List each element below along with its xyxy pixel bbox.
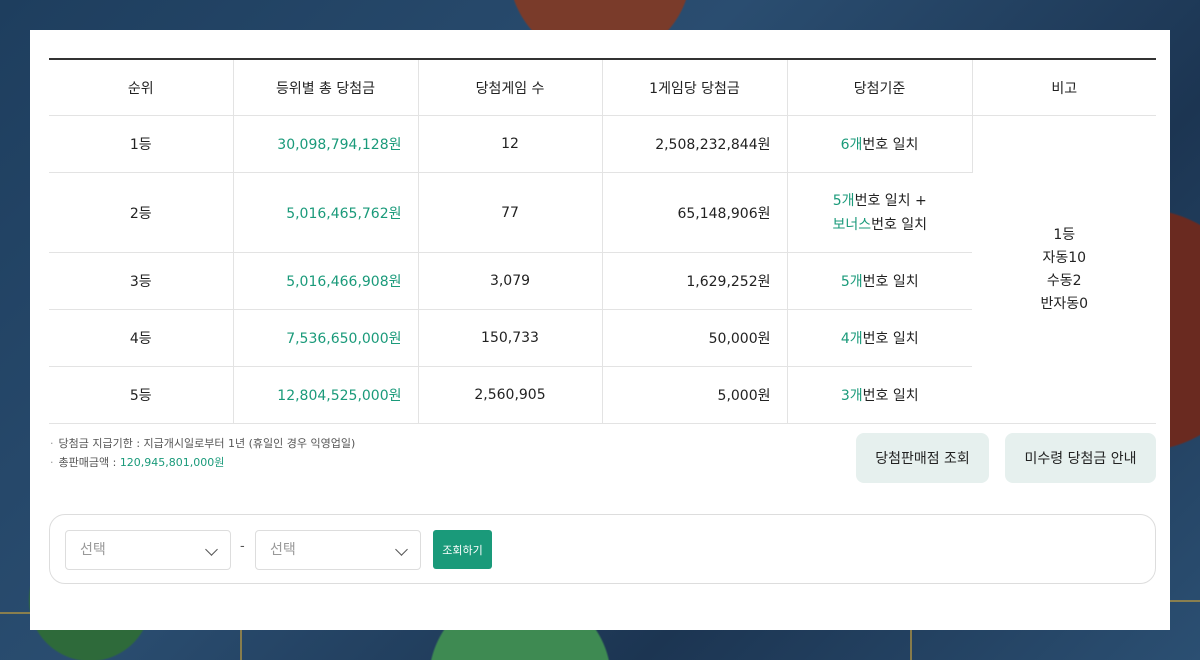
criteria-cell: 5개번호 일치 — [787, 252, 972, 310]
search-bar: 선택 - 선택 조회하기 — [49, 514, 1156, 584]
note-cell: 1등 자동10 수동2 반자동0 — [972, 115, 1156, 424]
header-note: 비고 — [972, 59, 1156, 116]
header-criteria: 당첨기준 — [787, 59, 973, 116]
total-sales-note: · 총판매금액 : 120,945,801,000원 — [50, 456, 225, 469]
per-game-cell: 65,148,906원 — [602, 172, 788, 253]
header-per-game: 1게임당 당첨금 — [602, 59, 788, 116]
prize-table: 순위 등위별 총 당첨금 당첨게임 수 1게임당 당첨금 당첨기준 비고 1등 … — [49, 58, 1156, 424]
criteria-cell: 3개번호 일치 — [787, 366, 972, 424]
rank-cell: 1등 — [49, 115, 234, 173]
chevron-down-icon — [395, 543, 408, 556]
criteria-count: 4개 — [840, 331, 863, 347]
per-game-cell: 2,508,232,844원 — [602, 115, 788, 173]
total-cell: 5,016,465,762원 — [233, 172, 419, 253]
per-game-cell: 5,000원 — [602, 366, 788, 424]
criteria-count: 5개 — [840, 274, 863, 290]
games-cell: 12 — [418, 115, 603, 173]
round-select-end[interactable]: 선택 — [255, 530, 421, 570]
criteria-text: 번호 일치 — [862, 388, 919, 404]
per-game-cell: 1,629,252원 — [602, 252, 788, 310]
search-button[interactable]: 조회하기 — [433, 530, 492, 569]
note-line: 수동2 — [1046, 272, 1082, 289]
rank-cell: 5등 — [49, 366, 234, 424]
note-line: 자동10 — [1042, 249, 1087, 266]
criteria-bonus: 보너스 — [832, 216, 872, 233]
games-cell: 2,560,905 — [418, 366, 603, 424]
table-header-row: 순위 등위별 총 당첨금 당첨게임 수 1게임당 당첨금 당첨기준 비고 — [49, 59, 1156, 116]
criteria-count: 6개 — [840, 137, 863, 153]
unclaimed-info-button[interactable]: 미수령 당첨금 안내 — [1005, 433, 1156, 483]
range-separator: - — [240, 539, 245, 554]
criteria-cell: 4개번호 일치 — [787, 309, 972, 367]
store-lookup-button[interactable]: 당첨판매점 조회 — [856, 433, 989, 483]
criteria-text: 번호 일치 — [862, 331, 919, 347]
note-line: 1등 — [1053, 226, 1076, 243]
total-cell: 7,536,650,000원 — [233, 309, 419, 367]
header-total: 등위별 총 당첨금 — [233, 59, 419, 116]
total-cell: 12,804,525,000원 — [233, 366, 419, 424]
header-games: 당첨게임 수 — [418, 59, 603, 116]
payment-period-note: · 당첨금 지급기한 : 지급개시일로부터 1년 (휴일인 경우 익영업일) — [50, 437, 356, 450]
select-value: 선택 — [80, 542, 106, 558]
criteria-text: 번호 일치 + — [854, 192, 927, 209]
criteria-text: 번호 일치 — [862, 137, 919, 153]
note-line: 반자동0 — [1040, 295, 1089, 312]
games-cell: 3,079 — [418, 252, 603, 310]
rank-cell: 3등 — [49, 252, 234, 310]
round-select-start[interactable]: 선택 — [65, 530, 231, 570]
header-rank: 순위 — [49, 59, 234, 116]
criteria-cell: 6개번호 일치 — [787, 115, 973, 173]
criteria-count: 3개 — [840, 388, 863, 404]
rank-cell: 2등 — [49, 172, 234, 253]
criteria-bonus-text: 번호 일치 — [871, 216, 928, 233]
criteria-count: 5개 — [832, 192, 855, 209]
games-cell: 150,733 — [418, 309, 603, 367]
games-cell: 77 — [418, 172, 603, 253]
chevron-down-icon — [205, 543, 218, 556]
criteria-text: 번호 일치 — [862, 274, 919, 290]
prize-notes: · 당첨금 지급기한 : 지급개시일로부터 1년 (휴일인 경우 익영업일) · 총… — [50, 434, 355, 472]
results-card: 순위 등위별 총 당첨금 당첨게임 수 1게임당 당첨금 당첨기준 비고 1등 … — [30, 30, 1170, 630]
table-row: 1등 30,098,794,128원 12 2,508,232,844원 6개번… — [49, 115, 1156, 424]
rank-cell: 4등 — [49, 309, 234, 367]
total-cell: 5,016,466,908원 — [233, 252, 419, 310]
criteria-cell: 5개번호 일치 + 보너스번호 일치 — [787, 172, 972, 253]
per-game-cell: 50,000원 — [602, 309, 788, 367]
select-value: 선택 — [270, 542, 296, 558]
total-cell: 30,098,794,128원 — [233, 115, 419, 173]
total-sales-value: 120,945,801,000원 — [119, 456, 225, 469]
